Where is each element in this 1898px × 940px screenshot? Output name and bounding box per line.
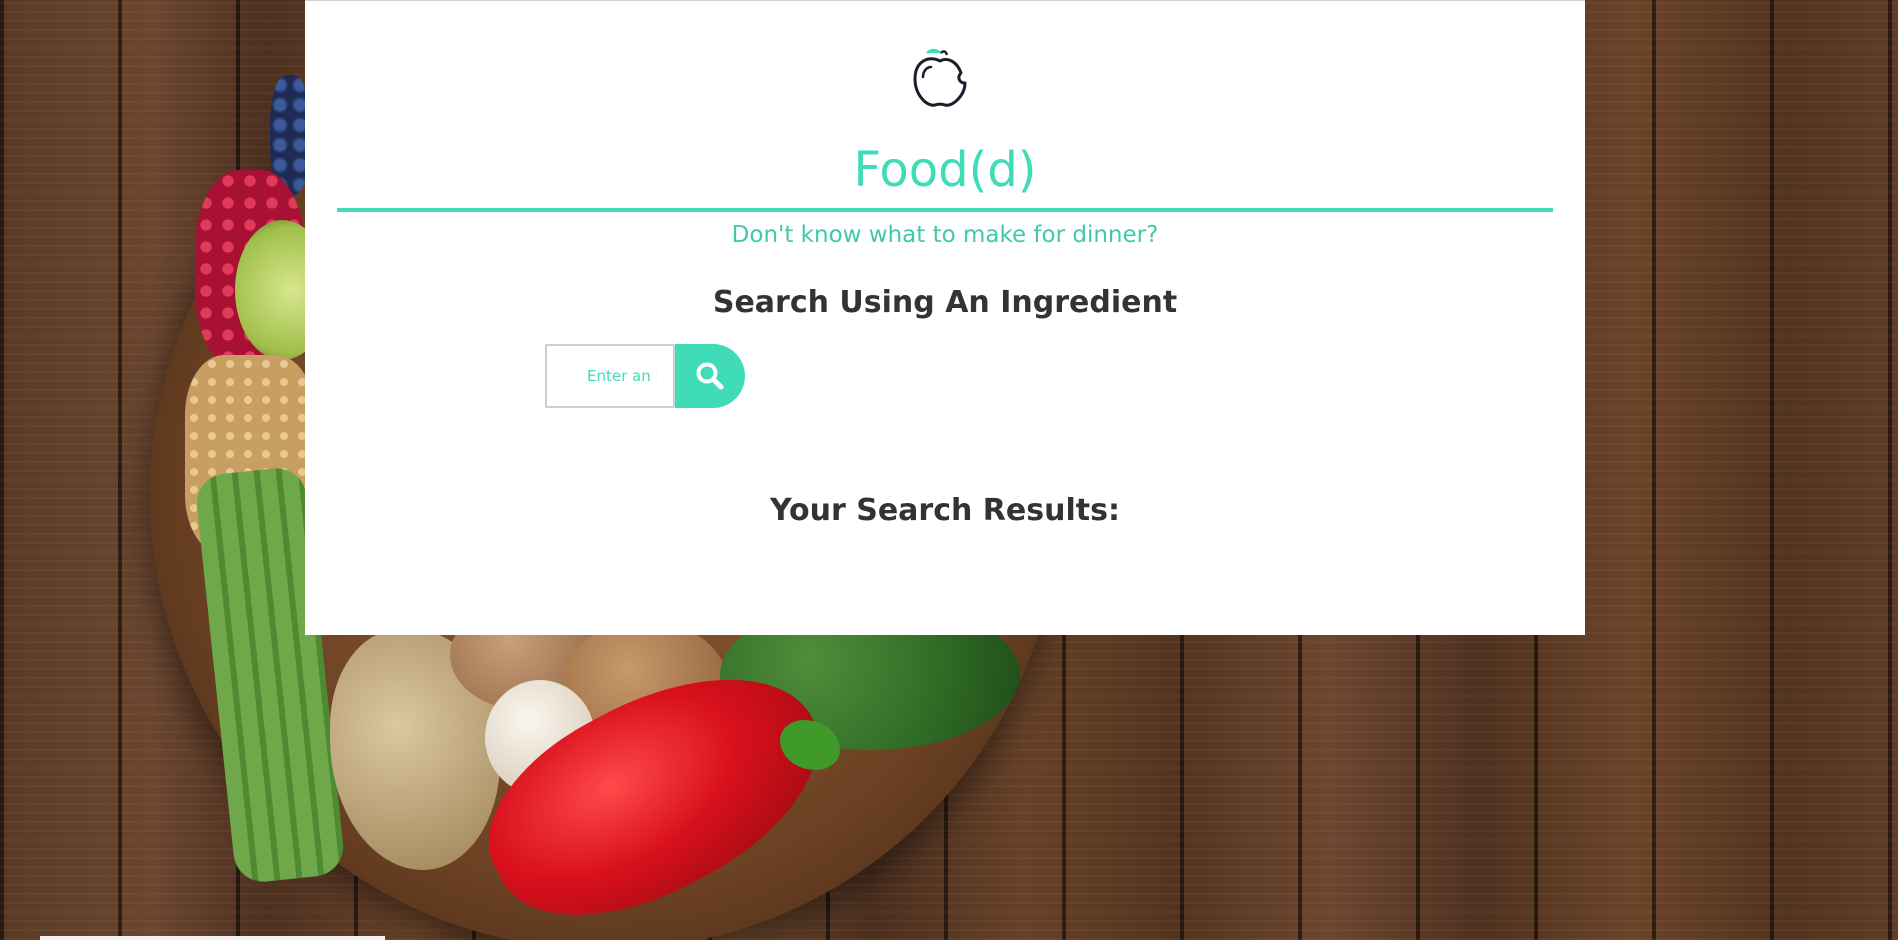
ingredient-search-input[interactable] [545, 344, 675, 408]
apple-icon [913, 48, 967, 107]
search-heading: Search Using An Ingredient [712, 285, 1178, 320]
results-heading: Your Search Results: [770, 493, 1120, 528]
main-card: Food(d) Don't know what to make for dinn… [305, 0, 1585, 635]
tagline: Don't know what to make for dinner? [731, 222, 1159, 248]
horizontal-scrollbar[interactable] [40, 936, 385, 940]
page: Food(d) Don't know what to make for dinn… [0, 0, 1898, 940]
search-form [545, 344, 745, 408]
search-icon [696, 362, 724, 390]
page-title: Food(d) [853, 142, 1037, 198]
title-divider [337, 208, 1553, 212]
search-button[interactable] [675, 344, 745, 408]
